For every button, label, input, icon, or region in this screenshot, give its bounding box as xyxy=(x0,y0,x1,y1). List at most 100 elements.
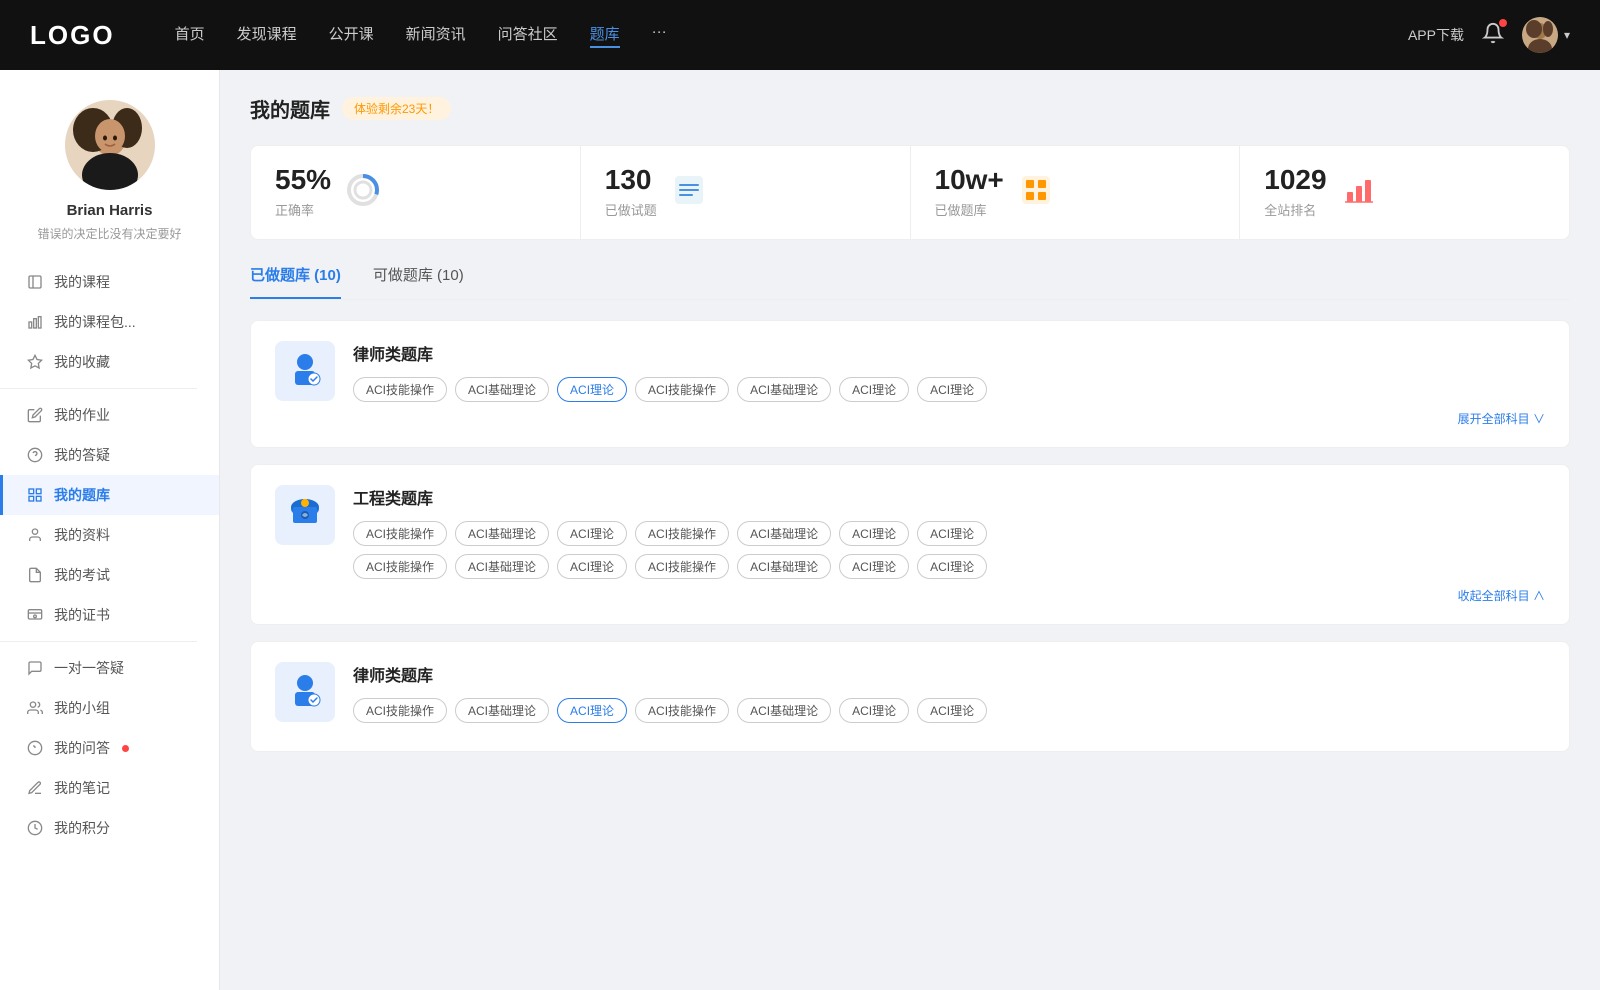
eng-tag-13[interactable]: ACI理论 xyxy=(839,554,909,579)
chat-icon xyxy=(26,659,44,677)
lawyer-icon-wrap xyxy=(275,341,335,401)
app-download-button[interactable]: APP下载 xyxy=(1408,25,1464,45)
tag-aci-skill-1[interactable]: ACI技能操作 xyxy=(353,377,447,402)
qbank-card-engineer: 工程类题库 ACI技能操作 ACI基础理论 ACI理论 ACI技能操作 ACI基… xyxy=(250,464,1570,625)
question-circle-icon xyxy=(26,446,44,464)
nav-open-course[interactable]: 公开课 xyxy=(329,23,374,48)
expand-link-lawyer-1[interactable]: 展开全部科目 ∨ xyxy=(353,410,1545,427)
qbank-title-lawyer-2: 律师类题库 xyxy=(353,662,1545,686)
stat-ranking-label: 全站排名 xyxy=(1264,200,1326,219)
eng-tag-8[interactable]: ACI技能操作 xyxy=(353,554,447,579)
grid-stat-icon xyxy=(1018,172,1054,213)
eng-tag-6[interactable]: ACI理论 xyxy=(839,521,909,546)
stat-done-label: 已做试题 xyxy=(605,200,657,219)
law2-tag-active[interactable]: ACI理论 xyxy=(557,698,627,723)
stat-accuracy-value: 55% xyxy=(275,166,331,194)
sidebar-item-course-package[interactable]: 我的课程包... xyxy=(0,302,219,342)
qbank-info-engineer: 工程类题库 ACI技能操作 ACI基础理论 ACI理论 ACI技能操作 ACI基… xyxy=(353,485,1545,604)
law2-tag-6[interactable]: ACI理论 xyxy=(839,698,909,723)
sidebar-item-notes[interactable]: 我的笔记 xyxy=(0,768,219,808)
trial-badge: 体验剩余23天！ xyxy=(342,97,451,120)
tag-aci-theory-3[interactable]: ACI理论 xyxy=(917,377,987,402)
qbank-header-lawyer-2: 律师类题库 ACI技能操作 ACI基础理论 ACI理论 ACI技能操作 ACI基… xyxy=(275,662,1545,731)
tabs: 已做题库 (10) 可做题库 (10) xyxy=(250,264,1570,300)
eng-tag-7[interactable]: ACI理论 xyxy=(917,521,987,546)
sidebar-item-group[interactable]: 我的小组 xyxy=(0,688,219,728)
sidebar-item-exam[interactable]: 我的考试 xyxy=(0,555,219,595)
nav-chevron-icon: ▾ xyxy=(1564,28,1570,42)
eng-tag-4[interactable]: ACI技能操作 xyxy=(635,521,729,546)
eng-tag-3[interactable]: ACI理论 xyxy=(557,521,627,546)
tag-aci-basic-1[interactable]: ACI基础理论 xyxy=(455,377,549,402)
user-avatar-nav[interactable]: ▾ xyxy=(1522,17,1570,53)
nav-discover[interactable]: 发现课程 xyxy=(237,23,297,48)
sidebar-item-favorites[interactable]: 我的收藏 xyxy=(0,342,219,382)
qa-notification-dot xyxy=(122,745,129,752)
tag-aci-theory-2[interactable]: ACI理论 xyxy=(839,377,909,402)
tag-aci-basic-2[interactable]: ACI基础理论 xyxy=(737,377,831,402)
nav-avatar-image xyxy=(1522,17,1558,53)
nav-home[interactable]: 首页 xyxy=(175,23,205,48)
law2-tag-2[interactable]: ACI基础理论 xyxy=(455,698,549,723)
chart-bar-icon xyxy=(26,313,44,331)
eng-tag-11[interactable]: ACI技能操作 xyxy=(635,554,729,579)
notification-bell[interactable] xyxy=(1482,22,1504,49)
law2-tag-5[interactable]: ACI基础理论 xyxy=(737,698,831,723)
law2-tag-1[interactable]: ACI技能操作 xyxy=(353,698,447,723)
engineer-icon-wrap xyxy=(275,485,335,545)
tag-aci-theory-active[interactable]: ACI理论 xyxy=(557,377,627,402)
bar-chart-icon xyxy=(1341,172,1377,213)
doc-icon xyxy=(26,566,44,584)
tags-row-lawyer-1: ACI技能操作 ACI基础理论 ACI理论 ACI技能操作 ACI基础理论 AC… xyxy=(353,377,1545,402)
stat-ranking-value: 1029 xyxy=(1264,166,1326,194)
eng-tag-5[interactable]: ACI基础理论 xyxy=(737,521,831,546)
pie-chart-icon xyxy=(345,172,381,213)
sidebar-divider-2 xyxy=(0,641,197,642)
sidebar-item-my-qa[interactable]: 我的问答 xyxy=(0,728,219,768)
stat-banks-text: 10w+ 已做题库 xyxy=(935,166,1004,219)
stat-banks-done: 10w+ 已做题库 xyxy=(911,146,1241,239)
profile-motto: 错误的决定比没有决定要好 xyxy=(27,225,191,242)
tags-row-engineer-1: ACI技能操作 ACI基础理论 ACI理论 ACI技能操作 ACI基础理论 AC… xyxy=(353,521,1545,546)
nav-question-bank[interactable]: 题库 xyxy=(590,23,620,48)
collapse-link-engineer[interactable]: 收起全部科目 ∧ xyxy=(353,587,1545,604)
group-icon xyxy=(26,699,44,717)
qbank-header-engineer: 工程类题库 ACI技能操作 ACI基础理论 ACI理论 ACI技能操作 ACI基… xyxy=(275,485,1545,604)
content-area: 我的题库 体验剩余23天！ 55% 正确率 xyxy=(220,70,1600,990)
list-icon xyxy=(671,172,707,213)
notification-dot xyxy=(1499,19,1507,27)
sidebar-item-certificate[interactable]: 我的证书 xyxy=(0,595,219,635)
sidebar-item-profile[interactable]: 我的资料 xyxy=(0,515,219,555)
sidebar-divider-1 xyxy=(0,388,197,389)
tag-aci-skill-2[interactable]: ACI技能操作 xyxy=(635,377,729,402)
eng-tag-12[interactable]: ACI基础理论 xyxy=(737,554,831,579)
sidebar-item-points[interactable]: 我的积分 xyxy=(0,808,219,848)
sidebar-item-homework[interactable]: 我的作业 xyxy=(0,395,219,435)
eng-tag-9[interactable]: ACI基础理论 xyxy=(455,554,549,579)
eng-tag-2[interactable]: ACI基础理论 xyxy=(455,521,549,546)
tags-row-engineer-2: ACI技能操作 ACI基础理论 ACI理论 ACI技能操作 ACI基础理论 AC… xyxy=(353,554,1545,579)
eng-tag-1[interactable]: ACI技能操作 xyxy=(353,521,447,546)
sidebar-item-tutor[interactable]: 一对一答疑 xyxy=(0,648,219,688)
stat-done-questions: 130 已做试题 xyxy=(581,146,911,239)
qbank-info-lawyer-1: 律师类题库 ACI技能操作 ACI基础理论 ACI理论 ACI技能操作 ACI基… xyxy=(353,341,1545,427)
sidebar-item-question-bank[interactable]: 我的题库 xyxy=(0,475,219,515)
stat-banks-value: 10w+ xyxy=(935,166,1004,194)
sidebar-item-courses[interactable]: 我的课程 xyxy=(0,262,219,302)
qbank-card-lawyer-2: 律师类题库 ACI技能操作 ACI基础理论 ACI理论 ACI技能操作 ACI基… xyxy=(250,641,1570,752)
law2-tag-4[interactable]: ACI技能操作 xyxy=(635,698,729,723)
sidebar-item-qa[interactable]: 我的答疑 xyxy=(0,435,219,475)
eng-tag-10[interactable]: ACI理论 xyxy=(557,554,627,579)
tab-available-banks[interactable]: 可做题库 (10) xyxy=(373,264,464,299)
nav-news[interactable]: 新闻资讯 xyxy=(406,23,466,48)
stat-accuracy: 55% 正确率 xyxy=(251,146,581,239)
nav-more[interactable]: ··· xyxy=(652,23,667,48)
sidebar-menu: 我的课程 我的课程包... 我的收藏 我的作业 xyxy=(0,262,219,848)
note-icon xyxy=(26,779,44,797)
law2-tag-7[interactable]: ACI理论 xyxy=(917,698,987,723)
eng-tag-14[interactable]: ACI理论 xyxy=(917,554,987,579)
page-header: 我的题库 体验剩余23天！ xyxy=(250,94,1570,123)
nav-qa[interactable]: 问答社区 xyxy=(498,23,558,48)
nav-right: APP下载 ▾ xyxy=(1408,17,1570,53)
tab-done-banks[interactable]: 已做题库 (10) xyxy=(250,264,341,299)
